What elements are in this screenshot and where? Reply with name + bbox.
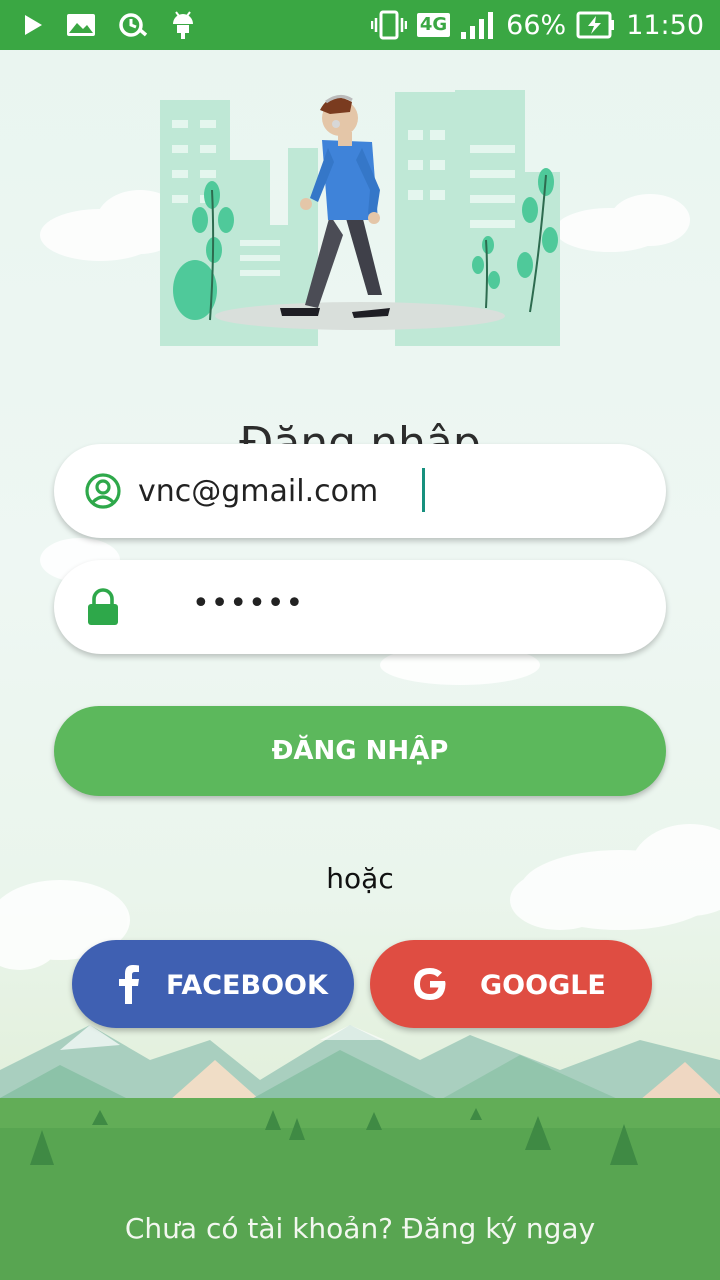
text-cursor bbox=[422, 468, 425, 512]
lock-icon bbox=[84, 588, 122, 626]
google-icon bbox=[408, 962, 452, 1006]
password-input[interactable]: •••••• bbox=[192, 586, 304, 621]
sync-icon bbox=[118, 11, 148, 39]
play-icon bbox=[22, 13, 44, 37]
clock: 11:50 bbox=[626, 9, 704, 41]
or-divider-text: hoặc bbox=[326, 862, 394, 895]
user-circle-icon bbox=[84, 472, 122, 510]
facebook-login-button[interactable]: FACEBOOK bbox=[72, 940, 354, 1028]
password-field[interactable]: •••••• bbox=[54, 560, 666, 654]
facebook-label: FACEBOOK bbox=[166, 970, 328, 1001]
signup-link[interactable]: Chưa có tài khoản? Đăng ký ngay bbox=[0, 1212, 720, 1245]
android-icon bbox=[170, 10, 196, 40]
vibrate-icon bbox=[370, 10, 407, 40]
login-screen: Đăng nhập •••••• ĐĂNG NHẬP hoặc bbox=[0, 50, 720, 1280]
email-input[interactable] bbox=[138, 468, 638, 514]
login-button[interactable]: ĐĂNG NHẬP bbox=[54, 706, 666, 796]
network-4g-icon: 4G bbox=[416, 13, 451, 37]
signal-icon bbox=[460, 10, 496, 40]
battery-percent: 66% bbox=[506, 9, 567, 41]
google-label: GOOGLE bbox=[480, 970, 606, 1001]
battery-charging-icon bbox=[576, 11, 616, 39]
background-scenery bbox=[0, 90, 720, 1280]
email-field[interactable] bbox=[54, 444, 666, 538]
facebook-icon bbox=[108, 962, 152, 1006]
status-bar: 4G 66% 11:50 bbox=[0, 0, 720, 50]
image-icon bbox=[66, 13, 96, 37]
google-login-button[interactable]: GOOGLE bbox=[370, 940, 652, 1028]
